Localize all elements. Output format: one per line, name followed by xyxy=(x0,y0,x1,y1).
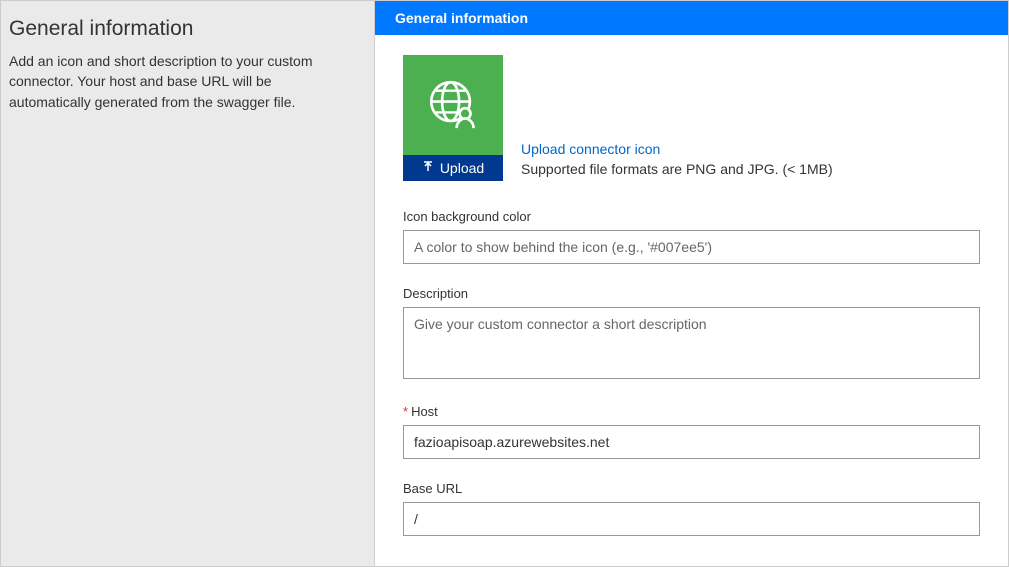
main-panel: General information xyxy=(375,1,1008,566)
supported-formats-text: Supported file formats are PNG and JPG. … xyxy=(521,161,833,177)
section-header: General information xyxy=(375,1,1008,35)
content-area: Upload Upload connector icon Supported f… xyxy=(375,35,1008,566)
globe-person-icon xyxy=(424,75,482,136)
base-url-field: Base URL xyxy=(403,481,980,536)
section-header-title: General information xyxy=(395,10,528,26)
base-url-input[interactable] xyxy=(403,502,980,536)
description-label: Description xyxy=(403,286,980,301)
icon-bg-color-field: Icon background color xyxy=(403,209,980,264)
base-url-label: Base URL xyxy=(403,481,980,496)
description-field: Description xyxy=(403,286,980,382)
host-label: *Host xyxy=(403,404,980,419)
description-input[interactable] xyxy=(403,307,980,379)
upload-arrow-icon xyxy=(422,160,434,176)
host-input[interactable] xyxy=(403,425,980,459)
icon-block: Upload xyxy=(403,55,503,181)
sidebar-description: Add an icon and short description to you… xyxy=(9,51,352,112)
icon-upload-row: Upload Upload connector icon Supported f… xyxy=(403,55,980,181)
sidebar-title: General information xyxy=(9,17,352,41)
host-label-text: Host xyxy=(411,404,438,419)
upload-icon-link[interactable]: Upload connector icon xyxy=(521,141,833,157)
icon-upload-text: Upload connector icon Supported file for… xyxy=(521,141,833,181)
upload-button[interactable]: Upload xyxy=(403,155,503,181)
connector-icon-preview xyxy=(403,55,503,155)
sidebar: General information Add an icon and shor… xyxy=(1,1,375,566)
icon-bg-color-input[interactable] xyxy=(403,230,980,264)
required-asterisk: * xyxy=(403,404,408,419)
host-field: *Host xyxy=(403,404,980,459)
upload-button-label: Upload xyxy=(440,160,484,176)
icon-bg-color-label: Icon background color xyxy=(403,209,980,224)
